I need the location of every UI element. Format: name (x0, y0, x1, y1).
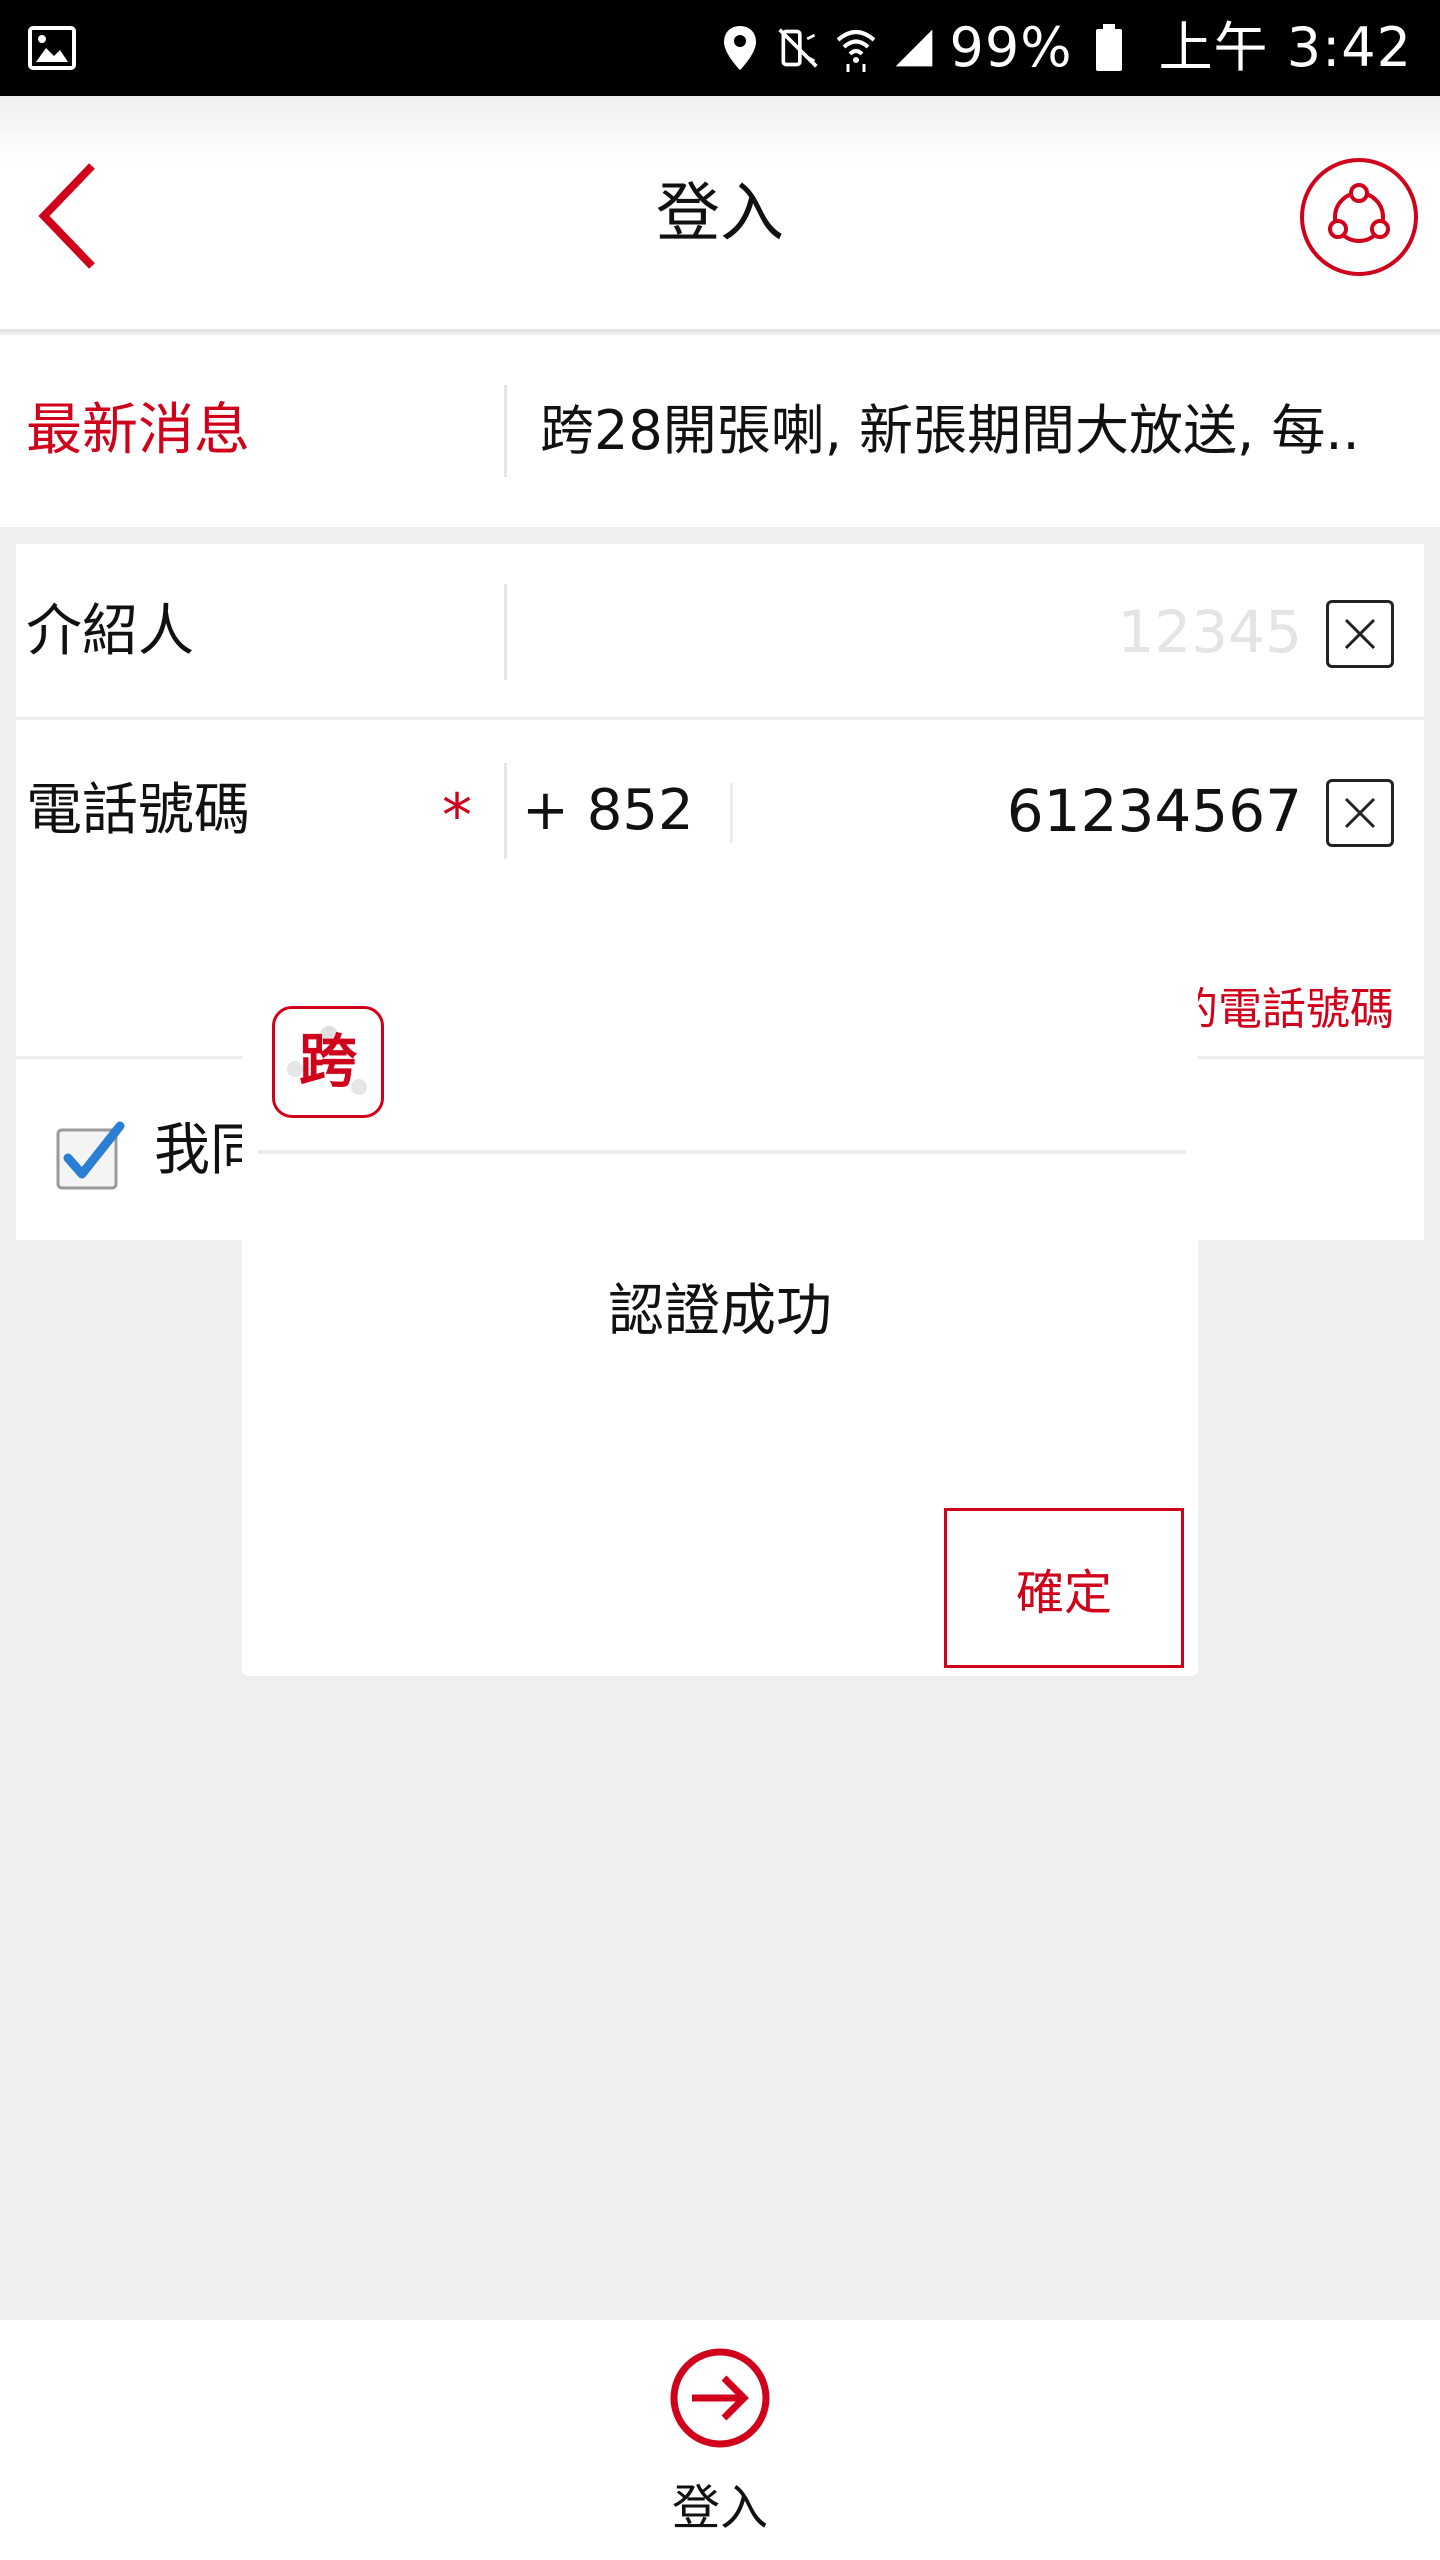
phone-input[interactable]: 61234567 (1007, 723, 1302, 899)
clock: 上午 3:42 (1158, 16, 1412, 79)
login-button[interactable] (668, 2346, 772, 2450)
location-icon (718, 23, 762, 73)
news-ticker-text[interactable]: 跨28開張喇, 新張期間大放送, 每.. (540, 335, 1400, 527)
checkmark-icon (56, 1121, 125, 1190)
referrer-clear-button[interactable] (1326, 600, 1394, 668)
phone-clear-button[interactable] (1326, 779, 1394, 847)
country-code-selector[interactable]: + 852 (522, 723, 694, 899)
close-icon (1344, 618, 1376, 650)
referrer-input[interactable]: 12345 (1117, 544, 1302, 720)
share-icon (1300, 158, 1418, 276)
login-label[interactable]: 登入 (0, 2468, 1440, 2538)
wifi-icon (834, 23, 878, 73)
battery-percent: 99% (949, 16, 1073, 79)
close-icon (1344, 797, 1376, 829)
news-divider (504, 385, 507, 477)
dialog-message: 認證成功 (608, 1279, 832, 1344)
agree-checkbox[interactable] (54, 1120, 126, 1192)
referrer-row: 介紹人 12345 (16, 544, 1424, 720)
page-title: 登入 (656, 177, 784, 251)
share-button[interactable] (1298, 156, 1420, 278)
status-bar: 99% 上午 3:42 (0, 0, 1440, 96)
confirm-button[interactable]: 確定 (944, 1508, 1184, 1668)
app-logo-text: 跨 (299, 1027, 358, 1095)
referrer-label: 介紹人 (26, 599, 194, 664)
login-arrow-icon (670, 2348, 770, 2448)
bottom-bar: 登入 (0, 2320, 1440, 2560)
app-header: 登入 (0, 96, 1440, 332)
field-divider (504, 584, 507, 680)
battery-icon (1087, 23, 1131, 73)
gallery-icon (28, 26, 76, 70)
signal-icon (892, 23, 936, 73)
required-mark: * (442, 781, 472, 851)
field-divider (504, 763, 507, 859)
app-logo-icon: 跨 (287, 1026, 367, 1095)
news-bar[interactable]: 最新消息 跨28開張喇, 新張期間大放送, 每.. (0, 335, 1440, 527)
field-divider (730, 783, 733, 843)
phone-label: 電話號碼 (26, 778, 250, 843)
mute-icon (776, 23, 820, 73)
dialog-divider (258, 1150, 1186, 1154)
success-dialog: 跨 認證成功 確定 (242, 976, 1198, 1676)
app-logo: 跨 (272, 1006, 384, 1118)
news-label: 最新消息 (26, 398, 250, 463)
